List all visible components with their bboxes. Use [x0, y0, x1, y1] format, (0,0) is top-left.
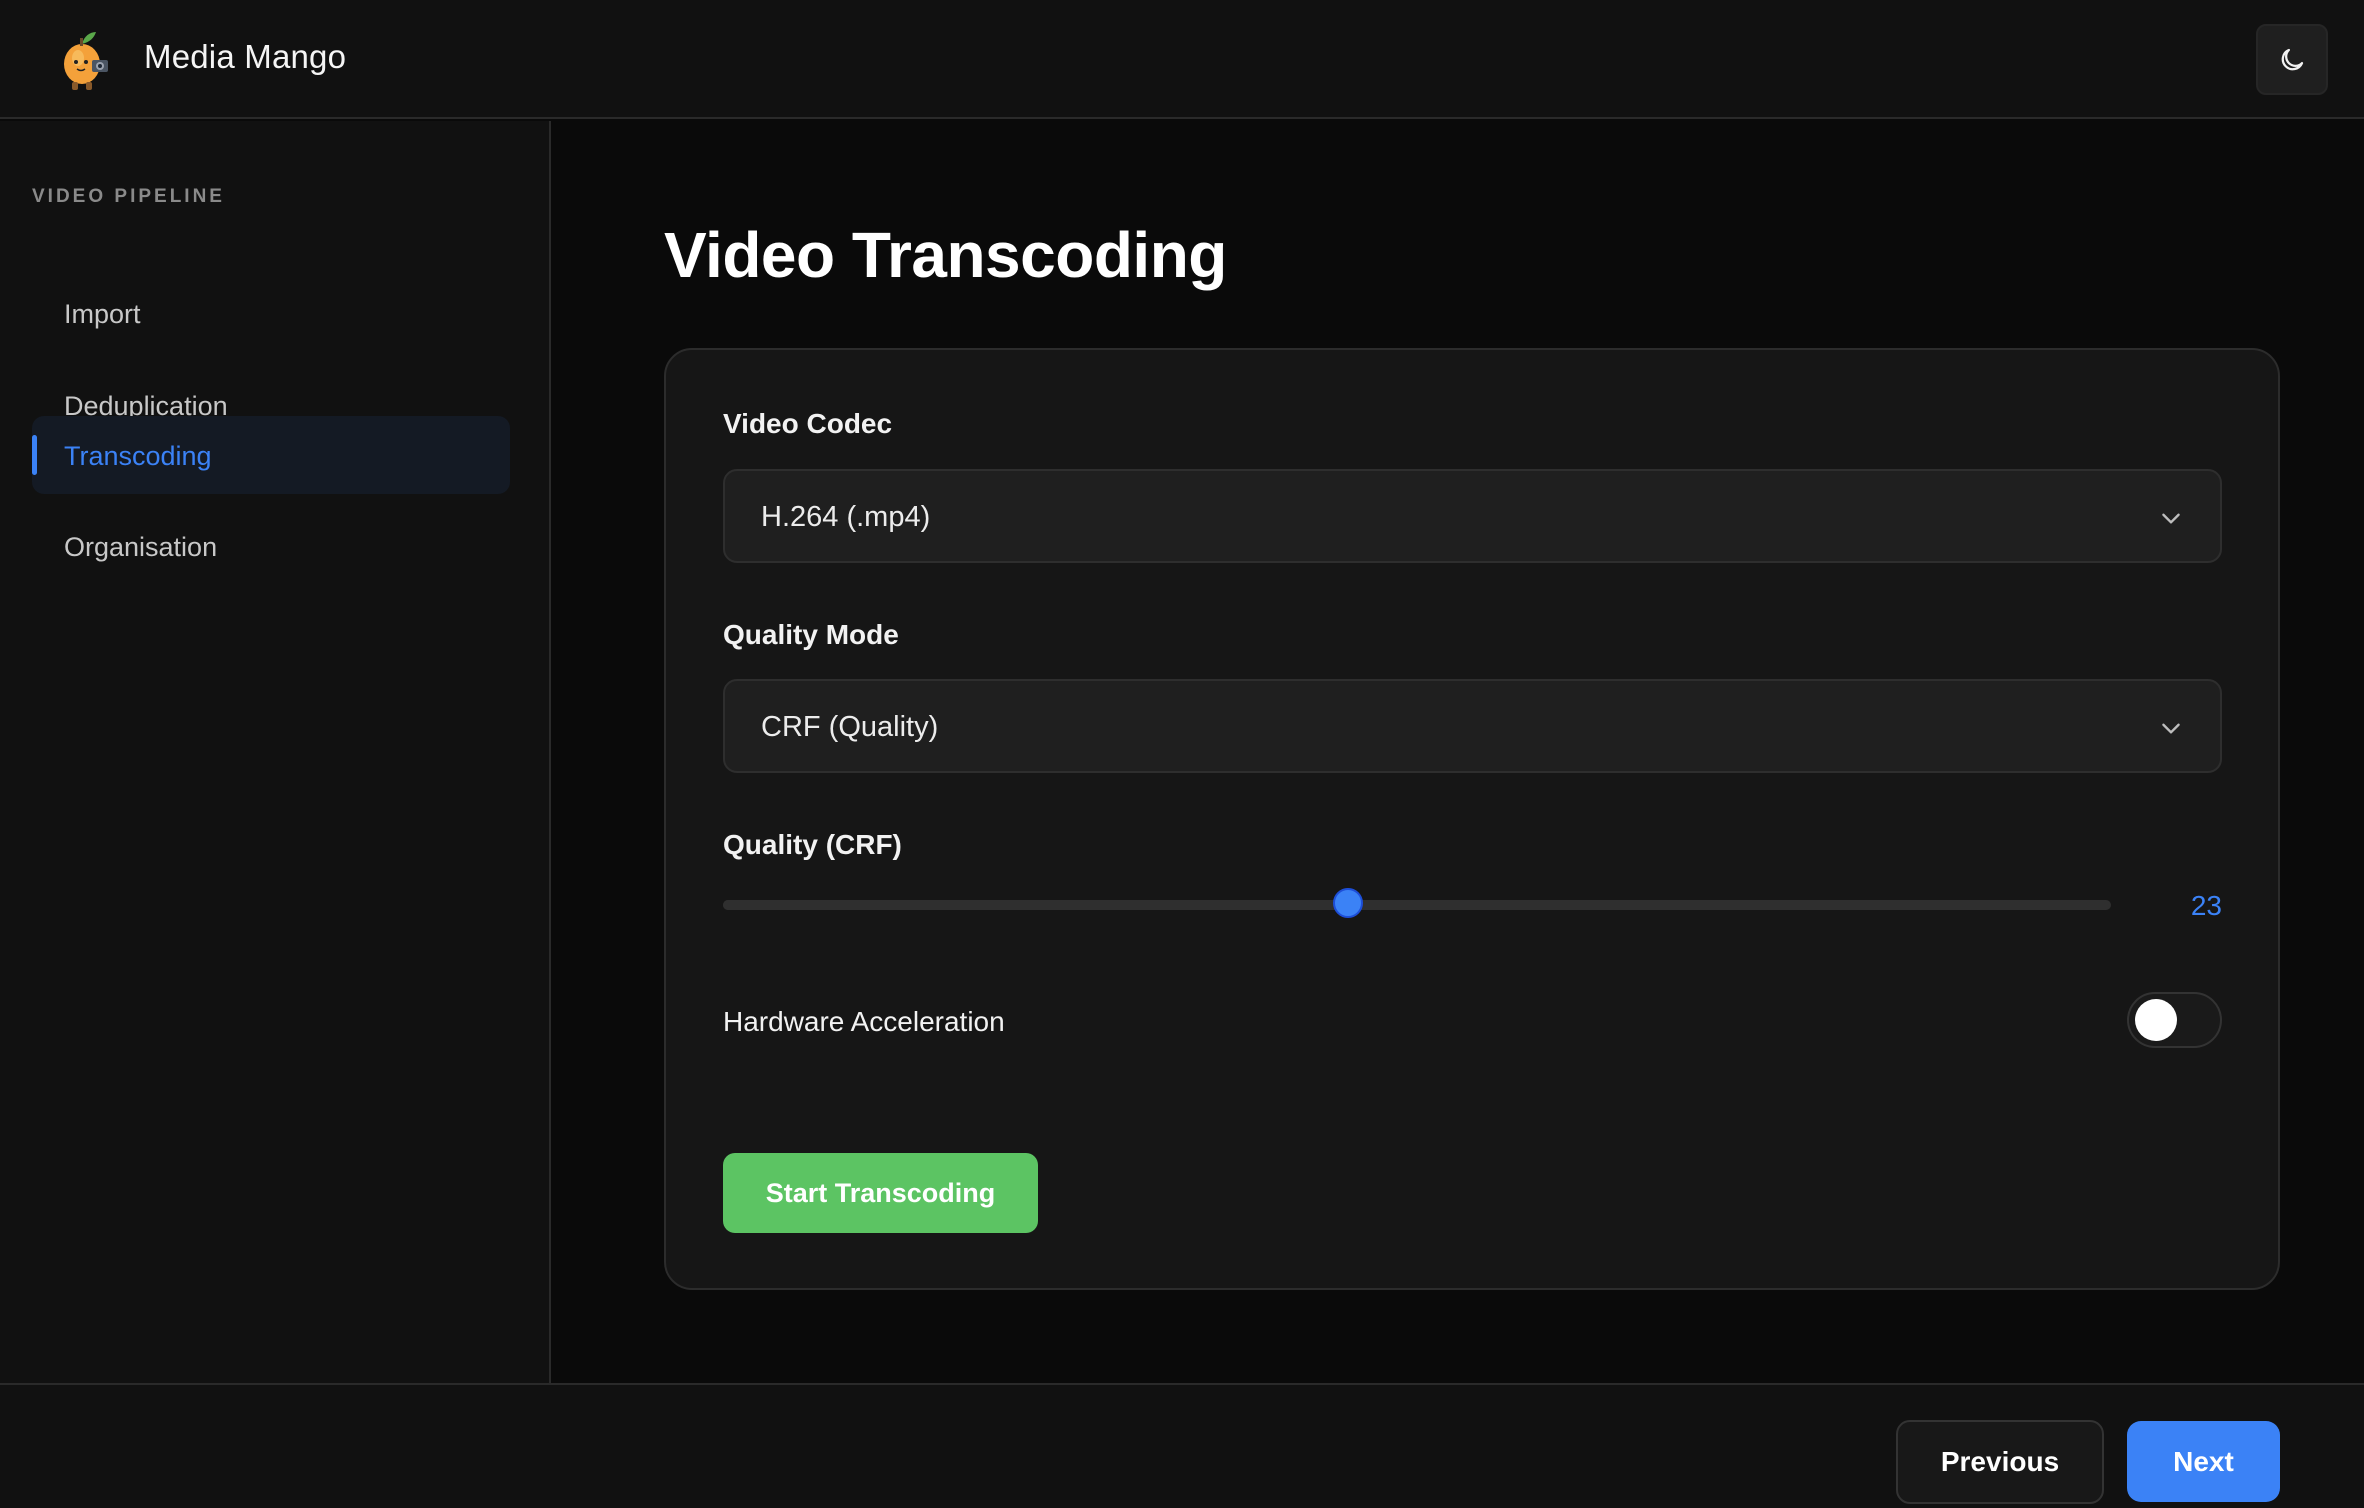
moon-icon [2281, 48, 2304, 70]
theme-toggle-button[interactable] [2256, 24, 2328, 95]
video-codec-select[interactable]: H.264 (.mp4) [723, 469, 2222, 563]
app-window: Media Mango VIDEO PIPELINE Import Dedupl… [0, 0, 2364, 1508]
previous-button[interactable]: Previous [1896, 1420, 2104, 1504]
slider-thumb[interactable] [1332, 888, 1363, 918]
sidebar-item-organisation[interactable]: Organisation [32, 507, 510, 585]
top-header: Media Mango [0, 0, 2364, 119]
active-indicator [32, 435, 37, 475]
quality-crf-label: Quality (CRF) [723, 829, 902, 860]
transcoding-settings-card: Video Codec H.264 (.mp4) Quality Mode CR… [664, 348, 2280, 1290]
sidebar: VIDEO PIPELINE Import Deduplication Tran… [0, 121, 551, 1385]
sidebar-heading: VIDEO PIPELINE [32, 186, 225, 207]
slider-fill [723, 900, 1348, 910]
app-title: Media Mango [144, 38, 347, 75]
chevron-down-icon [2162, 513, 2180, 524]
chevron-down-icon [2162, 723, 2180, 734]
footer-bar: Previous Next [0, 1383, 2364, 1508]
mango-logo-icon [64, 32, 108, 90]
start-transcoding-button[interactable]: Start Transcoding [723, 1153, 1038, 1233]
sidebar-item-label: Organisation [64, 532, 218, 562]
toggle-knob [2135, 999, 2177, 1041]
sidebar-item-transcoding[interactable]: Transcoding [32, 416, 510, 494]
page-title: Video Transcoding [664, 219, 1227, 291]
video-codec-label: Video Codec [723, 408, 893, 439]
sidebar-item-label: Transcoding [64, 441, 212, 471]
next-button[interactable]: Next [2127, 1421, 2280, 1502]
hardware-acceleration-label: Hardware Acceleration [723, 1006, 1005, 1037]
quality-crf-slider[interactable] [723, 888, 2111, 918]
hardware-acceleration-toggle[interactable] [2127, 992, 2222, 1048]
quality-mode-label: Quality Mode [723, 619, 899, 650]
quality-mode-value: CRF (Quality) [761, 711, 939, 743]
quality-crf-value: 23 [2190, 890, 2222, 921]
video-codec-value: H.264 (.mp4) [761, 501, 931, 533]
sidebar-item-label: Import [64, 299, 141, 329]
sidebar-item-import[interactable]: Import [32, 274, 510, 352]
quality-mode-select[interactable]: CRF (Quality) [723, 679, 2222, 773]
